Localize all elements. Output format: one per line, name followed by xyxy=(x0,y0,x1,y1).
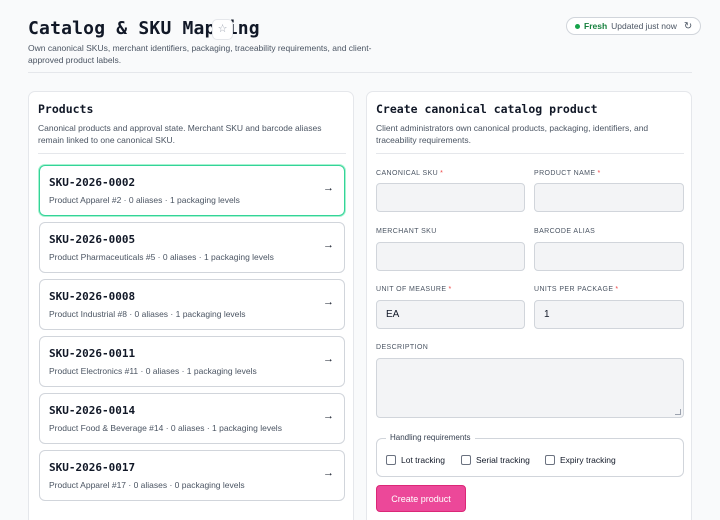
description-textarea[interactable] xyxy=(376,358,684,418)
barcode-alias-label: BARCODE ALIAS xyxy=(534,228,596,235)
create-form-divider xyxy=(376,153,684,154)
product-card[interactable]: SKU-2026-0008 Product Industrial #8 · 0 a… xyxy=(39,279,345,330)
product-sku: SKU-2026-0014 xyxy=(49,404,136,417)
expiry-tracking-label: Expiry tracking xyxy=(560,455,616,465)
product-meta: Product Electronics #11 · 0 aliases · 1 … xyxy=(49,366,257,376)
arrow-right-icon: → xyxy=(323,182,334,194)
serial-tracking-label: Serial tracking xyxy=(476,455,530,465)
products-panel: Products Canonical products and approval… xyxy=(28,91,354,520)
product-sku: SKU-2026-0011 xyxy=(49,347,136,360)
product-meta: Product Food & Beverage #14 · 0 aliases … xyxy=(49,423,282,433)
product-sku: SKU-2026-0002 xyxy=(49,176,136,189)
create-product-panel: Create canonical catalog product Client … xyxy=(366,91,692,520)
units-per-package-input[interactable]: 1 xyxy=(534,300,684,329)
product-card[interactable]: SKU-2026-0017 Product Apparel #17 · 0 ali… xyxy=(39,450,345,501)
products-description: Canonical products and approval state. M… xyxy=(38,123,322,145)
expiry-tracking-checkbox[interactable] xyxy=(545,455,555,465)
create-form-description: Client administrators own canonical prod… xyxy=(376,123,649,145)
canonical-sku-label: CANONICAL SKU * xyxy=(376,170,444,177)
product-meta: Product Apparel #17 · 0 aliases · 0 pack… xyxy=(49,480,245,490)
product-card[interactable]: SKU-2026-0014 Product Food & Beverage #14… xyxy=(39,393,345,444)
refresh-icon[interactable]: ↻ xyxy=(684,21,692,32)
create-form-title: Create canonical catalog product xyxy=(376,102,598,116)
status-dot-icon xyxy=(575,23,580,29)
expiry-tracking-option[interactable]: Expiry tracking xyxy=(545,455,616,465)
product-card[interactable]: SKU-2026-0011 Product Electronics #11 · 0… xyxy=(39,336,345,387)
serial-tracking-checkbox[interactable] xyxy=(461,455,471,465)
units-per-package-label: UNITS PER PACKAGE * xyxy=(534,286,619,293)
arrow-right-icon: → xyxy=(323,296,334,308)
product-name-input[interactable] xyxy=(534,183,684,212)
products-divider xyxy=(38,153,346,154)
header-divider xyxy=(28,72,692,73)
status-fresh-label: Fresh xyxy=(584,21,608,31)
product-meta: Product Pharmaceuticals #5 · 0 aliases ·… xyxy=(49,252,274,262)
star-icon: ☆ xyxy=(217,23,228,35)
products-title: Products xyxy=(38,102,94,116)
product-meta: Product Industrial #8 · 0 aliases · 1 pa… xyxy=(49,309,246,319)
arrow-right-icon: → xyxy=(323,467,334,479)
handling-requirements-fieldset: Handling requirements Lot tracking Seria… xyxy=(376,433,684,477)
handling-requirements-legend: Handling requirements xyxy=(386,433,475,442)
product-meta: Product Apparel #2 · 0 aliases · 1 packa… xyxy=(49,195,240,205)
page-subtitle: Own canonical SKUs, merchant identifiers… xyxy=(28,43,372,65)
merchant-sku-label: MERCHANT SKU xyxy=(376,228,437,235)
status-updated-label: Updated just now xyxy=(611,21,677,31)
create-product-button[interactable]: Create product xyxy=(376,485,466,512)
unit-of-measure-label: UNIT OF MEASURE * xyxy=(376,286,452,293)
product-sku: SKU-2026-0017 xyxy=(49,461,136,474)
product-sku: SKU-2026-0008 xyxy=(49,290,136,303)
product-card[interactable]: SKU-2026-0002 Product Apparel #2 · 0 alia… xyxy=(39,165,345,216)
arrow-right-icon: → xyxy=(323,239,334,251)
barcode-alias-input[interactable] xyxy=(534,242,684,271)
product-sku: SKU-2026-0005 xyxy=(49,233,136,246)
lot-tracking-checkbox[interactable] xyxy=(386,455,396,465)
serial-tracking-option[interactable]: Serial tracking xyxy=(461,455,530,465)
status-pill[interactable]: Fresh Updated just now ↻ xyxy=(566,17,702,35)
resize-grip-icon[interactable] xyxy=(675,409,681,415)
merchant-sku-input[interactable] xyxy=(376,242,525,271)
arrow-right-icon: → xyxy=(323,410,334,422)
lot-tracking-label: Lot tracking xyxy=(401,455,445,465)
description-label: DESCRIPTION xyxy=(376,344,429,351)
lot-tracking-option[interactable]: Lot tracking xyxy=(386,455,445,465)
product-card[interactable]: SKU-2026-0005 Product Pharmaceuticals #5 … xyxy=(39,222,345,273)
arrow-right-icon: → xyxy=(323,353,334,365)
unit-of-measure-input[interactable]: EA xyxy=(376,300,525,329)
product-name-label: PRODUCT NAME * xyxy=(534,170,601,177)
product-list: SKU-2026-0002 Product Apparel #2 · 0 alia… xyxy=(39,165,345,507)
favorite-button[interactable]: ☆ xyxy=(212,19,233,40)
canonical-sku-input[interactable] xyxy=(376,183,525,212)
